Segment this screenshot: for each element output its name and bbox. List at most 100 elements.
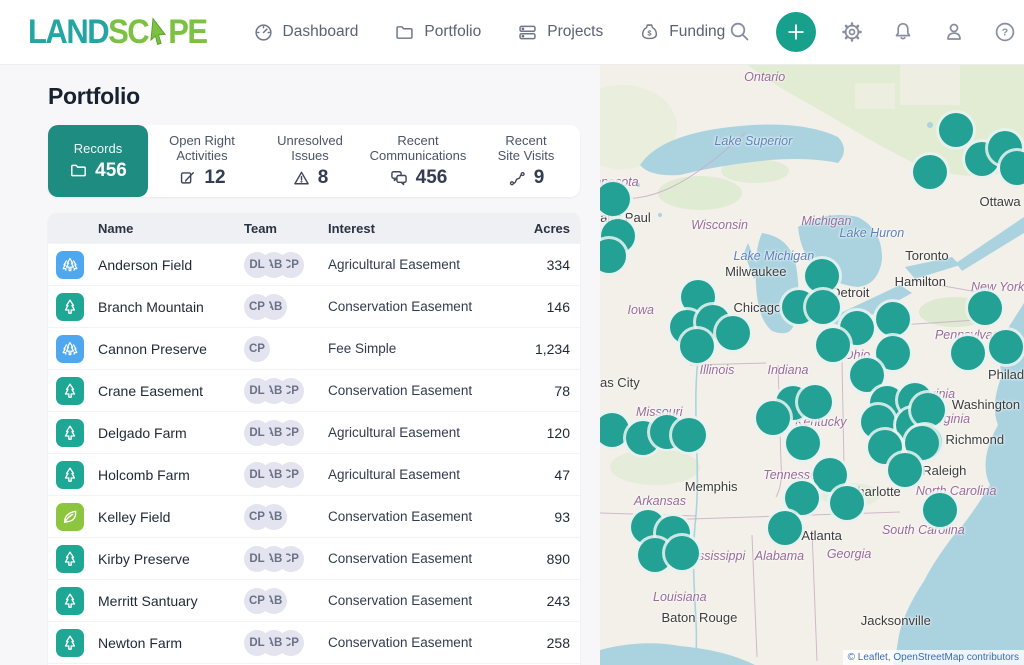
table-row[interactable]: Kirby Preserve DLABCP Conservation Easem… — [48, 537, 580, 579]
record-name: Kirby Preserve — [98, 551, 190, 567]
stat-value: 456 — [95, 160, 127, 182]
map-marker[interactable] — [665, 536, 699, 570]
user-icon — [942, 20, 966, 44]
map-marker[interactable] — [680, 329, 714, 363]
record-name: Delgado Farm — [98, 425, 187, 441]
table-row[interactable]: Anderson Field DLABCP Agricultural Easem… — [48, 243, 580, 285]
table-row[interactable]: Cannon Preserve CP Fee Simple 1,234 — [48, 327, 580, 369]
table-row[interactable]: Delgado Farm DLABCP Agricultural Easemen… — [48, 411, 580, 453]
record-type-icon — [56, 377, 84, 405]
record-acres: 78 — [506, 383, 570, 399]
team-chips: DLABCP — [244, 420, 328, 446]
map-marker[interactable] — [913, 155, 947, 189]
account-button[interactable] — [939, 17, 969, 47]
stat-recent-communications[interactable]: RecentCommunications 456 — [364, 125, 472, 197]
portfolio-panel: Portfolio Records 456 Open RightActiviti… — [0, 65, 600, 665]
map-marker[interactable] — [806, 290, 840, 324]
map-marker[interactable] — [989, 330, 1023, 364]
folder-icon — [394, 22, 415, 43]
team-chips: CPAB — [244, 588, 328, 614]
nav-item-portfolio[interactable]: Portfolio — [394, 22, 481, 43]
table-row[interactable]: Crane Easement DLABCP Conservation Easem… — [48, 369, 580, 411]
stat-label: Records — [74, 141, 122, 156]
notifications-button[interactable] — [888, 17, 918, 47]
map-marker[interactable] — [786, 426, 820, 460]
svg-text:$: $ — [648, 28, 653, 37]
record-name: Newton Farm — [98, 635, 182, 651]
record-type-icon — [56, 251, 84, 279]
cursor-arrow-icon — [147, 16, 169, 47]
record-interest: Conservation Easement — [328, 299, 506, 314]
map-marker[interactable] — [968, 291, 1002, 325]
record-interest: Agricultural Easement — [328, 257, 506, 272]
map-marker[interactable] — [785, 481, 819, 515]
map-marker[interactable] — [805, 259, 839, 293]
record-name: Holcomb Farm — [98, 467, 190, 483]
stat-label: UnresolvedIssues — [277, 133, 343, 163]
team-chips: DLABCP — [244, 630, 328, 656]
table-row[interactable]: Merritt Santuary CPAB Conservation Easem… — [48, 579, 580, 621]
forest-icon — [60, 255, 80, 275]
logo-text-sc: SC — [108, 12, 148, 52]
record-name: Kelley Field — [98, 509, 170, 525]
map-attribution[interactable]: © Leaflet, OpenStreetMap contributors — [843, 650, 1024, 665]
page-title: Portfolio — [48, 83, 580, 110]
stat-records[interactable]: Records 456 — [48, 125, 148, 197]
map-marker[interactable] — [876, 302, 910, 336]
table-row[interactable]: Newton Farm DLABCP Conservation Easement… — [48, 621, 580, 663]
map-marker[interactable] — [716, 316, 750, 350]
record-acres: 47 — [506, 467, 570, 483]
logo-text-pe: PE — [168, 12, 206, 52]
help-button[interactable]: ? — [990, 17, 1020, 47]
map-markers-layer — [600, 65, 1024, 665]
records-table-body: Anderson Field DLABCP Agricultural Easem… — [48, 243, 580, 665]
nav-item-projects[interactable]: Projects — [517, 22, 603, 43]
record-type-icon — [56, 461, 84, 489]
team-chip: CP — [244, 504, 270, 530]
map-marker[interactable] — [600, 413, 629, 447]
map-marker[interactable] — [830, 486, 864, 520]
table-row[interactable]: Holcomb Farm DLABCP Agricultural Easemen… — [48, 453, 580, 495]
map-marker[interactable] — [600, 182, 630, 216]
team-chip: DL — [244, 630, 270, 656]
nav-item-funding[interactable]: $ Funding — [639, 22, 725, 43]
map-marker[interactable] — [939, 113, 973, 147]
header-actions: ? — [725, 12, 1020, 52]
stats-bar: Records 456 Open RightActivities 12 Unre… — [48, 125, 580, 197]
stat-value: 8 — [318, 167, 329, 189]
search-button[interactable] — [725, 17, 755, 47]
logo-text-land: LAND — [28, 12, 108, 52]
table-row[interactable]: Kelley Field CPAB Conservation Easement … — [48, 495, 580, 537]
nav-label: Dashboard — [283, 23, 359, 41]
record-interest: Conservation Easement — [328, 509, 506, 524]
record-interest: Conservation Easement — [328, 551, 506, 566]
folder-icon — [69, 161, 88, 180]
map-marker[interactable] — [756, 401, 790, 435]
map-marker[interactable] — [1000, 151, 1024, 185]
stat-recent-site-visits[interactable]: RecentSite Visits 9 — [472, 125, 580, 197]
map-marker[interactable] — [672, 418, 706, 452]
document-pencil-icon — [178, 169, 197, 188]
map-marker[interactable] — [951, 336, 985, 370]
add-record-button[interactable] — [776, 12, 816, 52]
map-view[interactable]: OntarioLake SuperiorMinnesotaSaint PaulW… — [600, 65, 1024, 665]
stat-unresolved-issues[interactable]: UnresolvedIssues 8 — [256, 125, 364, 197]
map-marker[interactable] — [911, 393, 945, 427]
team-chip: DL — [244, 252, 270, 278]
stat-open-right-activities[interactable]: Open RightActivities 12 — [148, 125, 256, 197]
nav-item-dashboard[interactable]: Dashboard — [253, 22, 359, 43]
table-row[interactable]: Branch Mountain CPAB Conservation Easeme… — [48, 285, 580, 327]
record-name: Cannon Preserve — [98, 341, 207, 357]
column-header-name: Name — [56, 221, 244, 236]
map-marker[interactable] — [923, 493, 957, 527]
map-marker[interactable] — [888, 453, 922, 487]
app-logo[interactable]: LANDSC PE — [28, 12, 207, 52]
map-marker[interactable] — [768, 511, 802, 545]
search-icon — [728, 20, 752, 44]
map-marker[interactable] — [798, 385, 832, 419]
map-marker[interactable] — [816, 328, 850, 362]
record-interest: Agricultural Easement — [328, 425, 506, 440]
column-header-interest: Interest — [328, 221, 506, 236]
main-nav: Dashboard Portfolio Projects $ Funding — [253, 22, 726, 43]
settings-button[interactable] — [837, 17, 867, 47]
